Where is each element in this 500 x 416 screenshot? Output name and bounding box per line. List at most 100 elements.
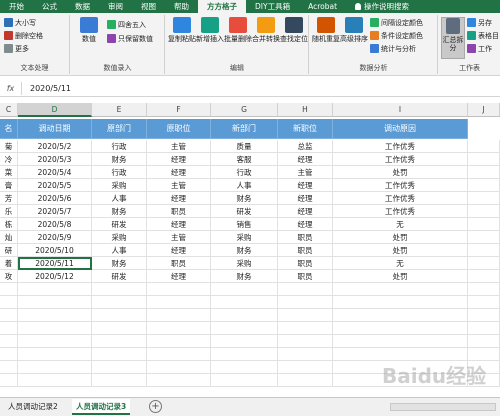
table-cell[interactable]: 人事 xyxy=(92,244,147,257)
table-cell[interactable]: 处罚 xyxy=(333,244,468,257)
table-cell[interactable]: 财务 xyxy=(92,257,147,270)
table-cell[interactable] xyxy=(278,322,333,335)
table-cell[interactable]: 主管 xyxy=(147,179,211,192)
tab-home[interactable]: 开始 xyxy=(0,0,33,13)
table-cell[interactable] xyxy=(278,296,333,309)
table-cell[interactable] xyxy=(468,231,500,244)
table-cell[interactable]: 乐 xyxy=(0,205,18,218)
table-cell[interactable]: 灿 xyxy=(0,231,18,244)
table-cell[interactable]: 销售 xyxy=(211,218,278,231)
value-button[interactable]: 数值 xyxy=(75,17,103,59)
table-cell[interactable] xyxy=(92,361,147,374)
table-cell[interactable] xyxy=(468,218,500,231)
table-cell[interactable] xyxy=(18,283,92,296)
table-cell[interactable] xyxy=(147,296,211,309)
table-cell[interactable] xyxy=(0,296,18,309)
table-cell[interactable] xyxy=(278,361,333,374)
table-cell[interactable] xyxy=(468,205,500,218)
table-cell[interactable] xyxy=(0,283,18,296)
table-cell[interactable]: 财务 xyxy=(92,205,147,218)
table-cell[interactable] xyxy=(211,361,278,374)
table-cell[interactable] xyxy=(0,309,18,322)
more-button[interactable]: 更多 xyxy=(4,43,29,54)
table-cell[interactable] xyxy=(92,348,147,361)
table-cell[interactable] xyxy=(18,309,92,322)
table-cell[interactable]: 采购 xyxy=(211,257,278,270)
table-cell[interactable]: 经理 xyxy=(147,192,211,205)
table-cell[interactable]: 2020/5/11 xyxy=(18,257,92,270)
table-cell[interactable]: 职员 xyxy=(278,270,333,283)
table-cell[interactable]: 经理 xyxy=(278,218,333,231)
table-cell[interactable] xyxy=(18,322,92,335)
table-cell[interactable] xyxy=(0,374,18,387)
fx-icon[interactable]: fx xyxy=(0,81,22,95)
condition-color-button[interactable]: 条件设定颜色 xyxy=(370,30,423,41)
table-cell[interactable]: 无 xyxy=(333,218,468,231)
table-cell[interactable]: 经理 xyxy=(278,205,333,218)
table-cell[interactable] xyxy=(211,348,278,361)
case-button[interactable]: 大小写 xyxy=(4,17,36,28)
tab-review[interactable]: 审阅 xyxy=(99,0,132,13)
table-cell[interactable] xyxy=(468,335,500,348)
table-cell[interactable] xyxy=(211,374,278,387)
remove-space-button[interactable]: 删除空格 xyxy=(4,30,43,41)
table-cell[interactable]: 2020/5/4 xyxy=(18,166,92,179)
table-header-cell[interactable]: 名 xyxy=(0,119,18,139)
tab-data[interactable]: 数据 xyxy=(66,0,99,13)
table-cell[interactable]: 经理 xyxy=(278,153,333,166)
table-cell[interactable]: 主管 xyxy=(147,231,211,244)
column-header-i[interactable]: I xyxy=(333,103,468,117)
table-cell[interactable]: 经理 xyxy=(278,179,333,192)
table-cell[interactable] xyxy=(0,322,18,335)
table-cell[interactable] xyxy=(333,335,468,348)
table-cell[interactable]: 经理 xyxy=(147,270,211,283)
column-header-g[interactable]: G xyxy=(211,103,278,117)
table-cell[interactable]: 采购 xyxy=(211,231,278,244)
table-cell[interactable]: 处罚 xyxy=(333,231,468,244)
table-cell[interactable] xyxy=(468,322,500,335)
table-cell[interactable]: 采购 xyxy=(92,179,147,192)
table-cell[interactable] xyxy=(333,309,468,322)
table-cell[interactable]: 2020/5/7 xyxy=(18,205,92,218)
table-cell[interactable]: 菜 xyxy=(0,166,18,179)
table-cell[interactable] xyxy=(92,335,147,348)
table-cell[interactable]: 人事 xyxy=(211,179,278,192)
table-header-cell[interactable]: 新职位 xyxy=(278,119,333,139)
save-as-button[interactable]: 另存 xyxy=(467,17,492,28)
table-cell[interactable] xyxy=(18,348,92,361)
table-cell[interactable] xyxy=(0,361,18,374)
tab-acrobat[interactable]: Acrobat xyxy=(299,0,346,13)
table-cell[interactable]: 采购 xyxy=(92,231,147,244)
summary-split-button[interactable]: 汇总拆分 xyxy=(441,17,465,59)
table-cell[interactable] xyxy=(211,296,278,309)
table-cell[interactable] xyxy=(18,335,92,348)
table-cell[interactable]: 人事 xyxy=(92,192,147,205)
table-cell[interactable] xyxy=(211,309,278,322)
tab-view[interactable]: 视图 xyxy=(132,0,165,13)
table-cell[interactable]: 财务 xyxy=(211,270,278,283)
worksheet-grid[interactable]: C D E F G H I J 名 调动日期 原部门 原职位 新部门 新职位 调… xyxy=(0,103,500,396)
table-cell[interactable]: 经理 xyxy=(147,218,211,231)
table-cell[interactable]: 2020/5/10 xyxy=(18,244,92,257)
table-cell[interactable] xyxy=(468,244,500,257)
table-cell[interactable]: 经理 xyxy=(147,153,211,166)
table-cell[interactable] xyxy=(333,283,468,296)
table-cell[interactable]: 经理 xyxy=(278,192,333,205)
table-cell[interactable]: 行政 xyxy=(92,140,147,153)
work-button[interactable]: 工作 xyxy=(467,43,492,54)
column-header-f[interactable]: F xyxy=(147,103,211,117)
interval-color-button[interactable]: 间隔设定颜色 xyxy=(370,17,423,28)
horizontal-scrollbar[interactable] xyxy=(390,403,496,411)
table-cell[interactable]: 菊 xyxy=(0,140,18,153)
table-cell[interactable]: 栋 xyxy=(0,218,18,231)
column-header-d[interactable]: D xyxy=(18,103,92,117)
table-cell[interactable] xyxy=(92,296,147,309)
table-cell[interactable]: 2020/5/6 xyxy=(18,192,92,205)
table-cell[interactable]: 处罚 xyxy=(333,270,468,283)
table-cell[interactable]: 2020/5/2 xyxy=(18,140,92,153)
table-cell[interactable]: 研发 xyxy=(211,205,278,218)
table-cell[interactable] xyxy=(0,348,18,361)
table-cell[interactable] xyxy=(18,296,92,309)
insert-button[interactable]: 新增插入 xyxy=(196,17,224,59)
table-header-cell[interactable]: 新部门 xyxy=(211,119,278,139)
